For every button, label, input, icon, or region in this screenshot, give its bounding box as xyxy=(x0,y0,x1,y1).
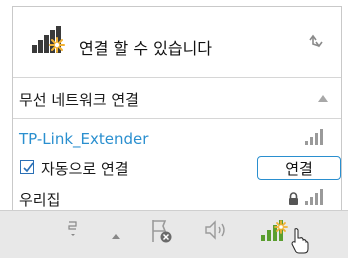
auto-connect-label: 자동으로 연결 xyxy=(41,160,129,178)
show-hidden-icons-arrow[interactable] xyxy=(112,233,120,239)
keyboard-layout-icon[interactable] xyxy=(66,219,80,239)
network-ssid: 우리집 xyxy=(19,191,61,209)
wireless-section-header[interactable]: 무선 네트워크 연결 xyxy=(13,78,341,119)
chevron-up-icon[interactable] xyxy=(318,94,328,102)
speaker-icon[interactable] xyxy=(204,219,230,241)
wifi-network-icon[interactable] xyxy=(259,217,289,243)
signal-strength-icon xyxy=(305,189,323,205)
checkmark-icon xyxy=(23,162,34,173)
connect-button[interactable]: 연결 xyxy=(257,156,341,180)
auto-connect-checkbox[interactable] xyxy=(20,160,34,174)
auto-connect-row: 자동으로 연결 연결 xyxy=(13,155,341,183)
connection-status-text: 연결 할 수 있습니다 xyxy=(79,39,213,58)
mouse-cursor-icon xyxy=(291,228,309,254)
network-connections-available-icon xyxy=(32,26,65,53)
section-title: 무선 네트워크 연결 xyxy=(19,91,139,109)
action-center-flag-icon[interactable] xyxy=(150,218,172,244)
network-item-selected[interactable]: TP-Link_Extender xyxy=(13,125,341,155)
network-ssid: TP-Link_Extender xyxy=(19,130,149,148)
popup-header: 연결 할 수 있습니다 xyxy=(13,7,341,78)
refresh-icon[interactable] xyxy=(307,32,325,50)
lock-icon xyxy=(289,192,298,205)
signal-strength-icon xyxy=(305,129,323,145)
wireless-network-popup: 연결 할 수 있습니다 무선 네트워크 연결 TP-Link_Extender … xyxy=(12,6,342,211)
network-item[interactable]: 우리집 xyxy=(13,185,341,213)
